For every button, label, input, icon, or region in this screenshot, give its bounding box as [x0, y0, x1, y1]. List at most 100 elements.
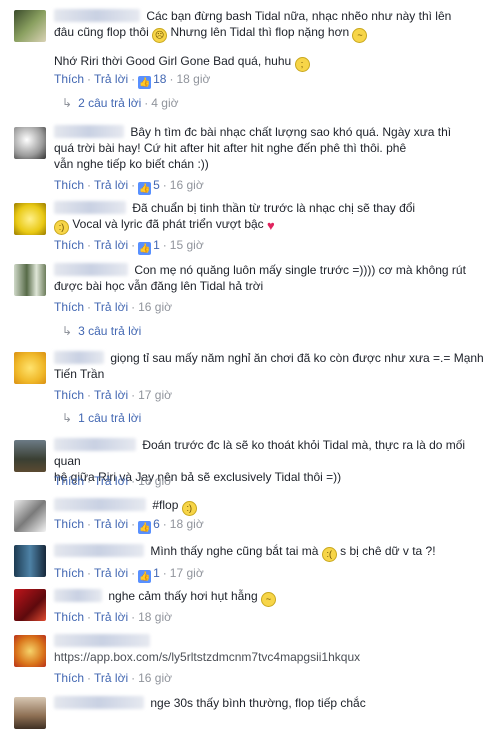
thumbs-up-icon[interactable]: 👍	[138, 76, 152, 89]
commenter-name[interactable]	[54, 634, 150, 647]
avatar[interactable]	[14, 589, 46, 621]
commenter-name[interactable]	[54, 263, 128, 276]
separator: ·	[87, 474, 92, 488]
like-link[interactable]: Thích	[54, 671, 84, 685]
reply-link[interactable]: Trả lời	[94, 72, 128, 86]
thumbs-up-icon[interactable]: 👍	[138, 182, 152, 195]
comment-text-b: s bị chê dữ v ta ?!	[340, 544, 436, 558]
reply-link[interactable]: Trả lời	[94, 178, 128, 192]
commenter-name[interactable]	[54, 498, 146, 511]
avatar[interactable]	[14, 697, 46, 729]
view-replies-link[interactable]: ↳ 2 câu trả lời · 4 giờ	[62, 96, 179, 110]
reply-arrow-icon: ↳	[62, 324, 73, 338]
like-count[interactable]: 1	[153, 238, 160, 252]
separator: ·	[131, 238, 136, 252]
timestamp[interactable]: 16 giờ	[138, 300, 172, 314]
separator: ·	[162, 517, 167, 531]
separator: ·	[162, 178, 167, 192]
comment-text-line3: Nhớ Riri thời Good Girl Gone Bad quá, hu…	[54, 54, 292, 68]
reply-link[interactable]: Trả lời	[94, 566, 128, 580]
separator: ·	[87, 388, 92, 402]
separator: ·	[87, 671, 92, 685]
confused-face-icon: ~	[352, 28, 368, 43]
smile-face-icon: :)	[181, 501, 197, 516]
separator: ·	[87, 566, 92, 580]
like-link[interactable]: Thích	[54, 566, 84, 580]
separator: ·	[87, 178, 92, 192]
like-link[interactable]: Thích	[54, 517, 84, 531]
like-link[interactable]: Thích	[54, 300, 84, 314]
separator: ·	[87, 72, 92, 86]
timestamp[interactable]: 16 giờ	[138, 474, 172, 488]
like-count[interactable]: 6	[153, 517, 160, 531]
like-link[interactable]: Thích	[54, 474, 84, 488]
avatar[interactable]	[14, 545, 46, 577]
separator: ·	[131, 178, 136, 192]
reply-link[interactable]: Trả lời	[94, 474, 128, 488]
view-replies-link[interactable]: ↳ 1 câu trả lời	[62, 411, 141, 425]
comment-text: Bây h tìm đc bài nhạc chất lượng sao khó…	[130, 125, 452, 139]
like-link[interactable]: Thích	[54, 72, 84, 86]
comment-text-line2: đâu cũng flop thôi	[54, 25, 149, 39]
commenter-name[interactable]	[54, 9, 140, 22]
like-count[interactable]: 5	[153, 178, 160, 192]
commenter-name[interactable]	[54, 696, 144, 709]
timestamp[interactable]: 16 giờ	[138, 671, 172, 685]
like-link[interactable]: Thích	[54, 238, 84, 252]
like-count[interactable]: 1	[153, 566, 160, 580]
smile-face-icon: :)	[54, 220, 69, 235]
commenter-name[interactable]	[54, 351, 104, 364]
commenter-name[interactable]	[54, 544, 144, 557]
separator: ·	[131, 388, 136, 402]
reply-count[interactable]: 3 câu trả lời	[78, 324, 141, 338]
timestamp[interactable]: 18 giờ	[176, 72, 210, 86]
thumbs-up-icon[interactable]: 👍	[138, 521, 152, 534]
frown-face-icon: :(	[321, 547, 337, 562]
thumbs-up-icon[interactable]: 👍	[138, 570, 152, 583]
timestamp[interactable]: 17 giờ	[170, 566, 204, 580]
reply-link[interactable]: Trả lời	[94, 388, 128, 402]
reply-link[interactable]: Trả lời	[94, 517, 128, 531]
commenter-name[interactable]	[54, 589, 102, 602]
comment-text: #flop	[152, 498, 179, 512]
separator: ·	[131, 517, 136, 531]
timestamp[interactable]: 17 giờ	[138, 388, 172, 402]
comment-text: Đã chuẩn bị tinh thần từ trước là nhạc c…	[132, 201, 416, 215]
separator: ·	[87, 517, 92, 531]
avatar[interactable]	[14, 203, 46, 235]
avatar[interactable]	[14, 500, 46, 532]
commenter-name[interactable]	[54, 125, 124, 138]
like-link[interactable]: Thích	[54, 178, 84, 192]
reply-link[interactable]: Trả lời	[94, 610, 128, 624]
comment-text: nge 30s thấy bình thường, flop tiếp chắc	[150, 696, 366, 710]
avatar[interactable]	[14, 440, 46, 472]
avatar[interactable]	[14, 10, 46, 42]
reply-link[interactable]: Trả lời	[94, 238, 128, 252]
view-replies-link[interactable]: ↳ 3 câu trả lời	[62, 324, 141, 338]
separator: ·	[87, 238, 92, 252]
reply-count[interactable]: 1 câu trả lời	[78, 411, 141, 425]
like-link[interactable]: Thích	[54, 388, 84, 402]
reply-link[interactable]: Trả lời	[94, 300, 128, 314]
timestamp[interactable]: 18 giờ	[170, 517, 204, 531]
like-count[interactable]: 18	[153, 72, 166, 86]
avatar[interactable]	[14, 635, 46, 667]
avatar[interactable]	[14, 352, 46, 384]
avatar[interactable]	[14, 127, 46, 159]
avatar[interactable]	[14, 264, 46, 296]
commenter-name[interactable]	[54, 201, 126, 214]
like-link[interactable]: Thích	[54, 610, 84, 624]
comment-link[interactable]: https://app.box.com/s/ly5rltstzdmcnm7tvc…	[54, 650, 360, 664]
reply-arrow-icon: ↳	[62, 96, 73, 110]
timestamp[interactable]: 18 giờ	[138, 610, 172, 624]
comment-text: Con mẹ nó quăng luôn mấy single trước =)…	[134, 263, 466, 277]
separator: ·	[87, 300, 92, 314]
timestamp[interactable]: 15 giờ	[170, 238, 204, 252]
reply-arrow-icon: ↳	[62, 411, 73, 425]
commenter-name[interactable]	[54, 438, 136, 451]
thumbs-up-icon[interactable]: 👍	[138, 242, 152, 255]
separator: ·	[131, 474, 136, 488]
timestamp[interactable]: 16 giờ	[170, 178, 204, 192]
reply-count[interactable]: 2 câu trả lời	[78, 96, 141, 110]
reply-link[interactable]: Trả lời	[94, 671, 128, 685]
